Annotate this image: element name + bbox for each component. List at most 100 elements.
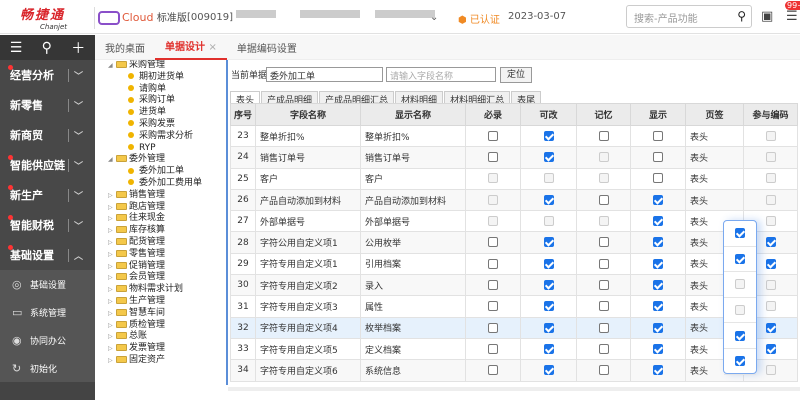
tree-node[interactable]: ▷ 生产管理 [100,296,225,308]
locate-button[interactable]: 定位 [500,67,532,83]
tree-node[interactable]: ▷ 零售管理 [100,249,225,261]
table-row[interactable]: 27 外部单据号 外部单据号 表头 [230,210,798,233]
remember-checkbox[interactable] [598,322,609,333]
tasks-icon[interactable]: ☰ [786,9,798,24]
tree-node[interactable]: ▷ 配货管理 [100,237,225,249]
visible-checkbox[interactable] [653,322,663,333]
tree-node[interactable]: 采购发票 [100,119,225,131]
visible-checkbox[interactable] [653,343,663,354]
remember-checkbox[interactable] [598,343,609,354]
current-doc-input[interactable]: 委外加工单 [266,67,383,82]
display-name[interactable]: 客户 [360,167,466,190]
tree-node[interactable]: ▷ 往来现金 [100,213,225,225]
tree-node[interactable]: 委外加工费用单 [100,178,225,190]
tree-node[interactable]: 进货单 [100,107,225,119]
display-name[interactable]: 引用档案 [360,252,466,276]
visible-checkbox[interactable] [653,194,663,205]
chevron-down-icon[interactable]: ﹀ [67,188,83,202]
visible-checkbox[interactable] [653,173,663,184]
code-checkbox[interactable] [765,258,776,269]
menu-icon[interactable]: ☰ [10,40,23,56]
editable-checkbox[interactable] [543,301,554,312]
visible-checkbox[interactable] [653,130,663,141]
sidebar-subitem[interactable]: ▭ 系统管理 [0,298,95,326]
display-name[interactable]: 系统信息 [360,359,466,382]
editable-checkbox[interactable] [543,279,554,290]
verified-badge[interactable]: ⬢ 已认证 [458,11,500,26]
required-checkbox[interactable] [488,130,498,141]
display-name[interactable]: 定义档案 [360,337,466,361]
close-icon[interactable]: × [208,42,216,53]
display-name[interactable]: 录入 [360,274,466,297]
editable-checkbox[interactable] [543,365,554,376]
sidebar-item[interactable]: 智能供应链 ﹀ [0,150,95,180]
tree-node[interactable]: 采购需求分析 [100,131,225,143]
remember-checkbox[interactable] [598,279,609,290]
editable-checkbox[interactable] [543,130,554,141]
tree-node[interactable]: ▷ 库存核算 [100,225,225,237]
visible-checkbox[interactable] [653,365,663,376]
search-icon[interactable]: ⚲ [737,9,746,23]
option-checkbox[interactable] [735,228,745,239]
sidebar-item[interactable]: 新商贸 ﹀ [0,120,95,150]
tree-node[interactable]: ▷ 智慧车间 [100,308,225,320]
required-checkbox[interactable] [488,365,498,376]
collapsed-arrow-icon[interactable]: ▷ [108,343,116,355]
sidebar-item[interactable]: 基础设置 ︿ [0,240,95,270]
sidebar-subitem[interactable]: ↻ 初始化 [0,354,95,382]
tab-desktop[interactable]: 我的桌面 [95,40,155,55]
chevron-down-icon[interactable]: ﹀ [67,218,83,232]
table-row[interactable]: 25 客户 客户 表头 [230,167,798,190]
collapsed-arrow-icon[interactable]: ▷ [108,213,116,225]
table-row[interactable]: 30 字符专用自定义项2 录入 表头 [230,274,798,297]
search-input[interactable]: 搜索-产品功能 ⚲ [626,5,752,28]
sidebar-item[interactable]: 新生产 ﹀ [0,180,95,210]
tree-node[interactable]: ◢ 委外管理 [100,154,225,166]
remember-checkbox[interactable] [598,301,609,312]
collapsed-arrow-icon[interactable]: ▷ [108,331,116,343]
collapsed-arrow-icon[interactable]: ▷ [108,202,116,214]
sidebar-subitem[interactable]: ◎ 基础设置 [0,270,95,298]
tree-node[interactable]: RYP [100,143,225,155]
checkbox-dropdown[interactable] [723,220,757,375]
tree-node[interactable]: 请购单 [100,84,225,96]
add-icon[interactable]: ＋ [71,38,85,58]
dropdown-option[interactable] [724,247,756,273]
required-checkbox[interactable] [488,279,498,290]
display-name[interactable]: 整单折扣% [360,124,466,148]
column-header[interactable]: 显示 [630,103,686,126]
table-row[interactable]: 29 字符专用自定义项1 引用档案 表头 [230,252,798,276]
collapsed-arrow-icon[interactable]: ▷ [108,190,116,202]
required-checkbox[interactable] [488,301,498,312]
tab-code-settings[interactable]: 单据编码设置 [227,40,307,55]
collapsed-arrow-icon[interactable]: ▷ [108,296,116,308]
calculator-icon[interactable]: ▣ [761,9,773,24]
tree-node[interactable]: ▷ 会员管理 [100,272,225,284]
table-row[interactable]: 31 字符专用自定义项3 属性 表头 [230,295,798,318]
tree-node[interactable]: ▷ 跑店管理 [100,202,225,214]
collapsed-arrow-icon[interactable]: ▷ [108,284,116,296]
dropdown-option[interactable] [724,349,756,375]
sidebar-subitem[interactable]: ◉ 协同办公 [0,326,95,354]
visible-checkbox[interactable] [653,279,663,290]
display-name[interactable]: 外部单据号 [360,210,466,233]
collapsed-arrow-icon[interactable]: ▷ [108,272,116,284]
visible-checkbox[interactable] [653,301,663,312]
display-name[interactable]: 销售订单号 [360,146,466,169]
table-row[interactable]: 26 产品自动添加到材料 产品自动添加到材料 表头 [230,188,798,212]
option-checkbox[interactable] [735,356,745,367]
table-row[interactable]: 32 字符专用自定义项4 枚举档案 表头 [230,316,798,339]
chevron-down-icon[interactable]: ﹀ [67,158,83,172]
collapsed-arrow-icon[interactable]: ▷ [108,249,116,261]
column-header[interactable]: 页签 [685,103,744,126]
chevron-down-icon[interactable]: ﹀ [67,68,83,82]
tree-node[interactable]: 委外加工单 [100,166,225,178]
code-checkbox[interactable] [765,343,776,354]
tab-document-design[interactable]: 单据设计 × [155,35,227,60]
dropdown-option[interactable] [724,323,756,349]
dropdown-option[interactable] [724,298,756,324]
visible-checkbox[interactable] [653,216,663,227]
tree-node[interactable]: ▷ 促销管理 [100,261,225,273]
table-row[interactable]: 23 整单折扣% 整单折扣% 表头 [230,124,798,148]
chevron-down-icon[interactable]: ﹀ [67,128,83,142]
